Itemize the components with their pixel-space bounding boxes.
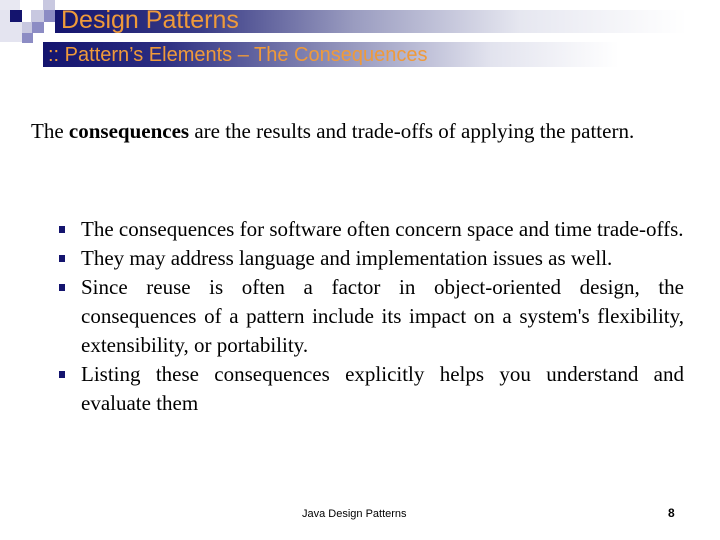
slide-title: Design Patterns — [61, 6, 239, 34]
bullet-list: The consequences for software often conc… — [56, 215, 684, 418]
intro-paragraph: The consequences are the results and tra… — [31, 117, 684, 146]
decorative-square — [22, 22, 32, 33]
decorative-square — [32, 22, 44, 33]
decorative-square — [10, 10, 22, 22]
slide-subtitle: :: Pattern’s Elements – The Consequences — [48, 44, 428, 66]
bullet-text: Listing these consequences explicitly he… — [81, 362, 684, 415]
bullet-text: The consequences for software often conc… — [81, 217, 684, 241]
bullet-item: Listing these consequences explicitly he… — [56, 360, 684, 418]
bullet-text: They may address language and implementa… — [81, 246, 613, 270]
decorative-square — [0, 10, 10, 42]
decorative-square — [43, 0, 55, 10]
decorative-square — [44, 10, 55, 22]
bullet-item: Since reuse is often a factor in object-… — [56, 273, 684, 360]
page-number: 8 — [668, 506, 675, 520]
footer-title: Java Design Patterns — [302, 508, 407, 520]
square-bullet-icon — [59, 371, 65, 378]
intro-suffix: are the results and trade-offs of applyi… — [189, 119, 635, 143]
square-bullet-icon — [59, 226, 65, 233]
intro-emphasis: consequences — [68, 119, 190, 143]
bullet-item: The consequences for software often conc… — [56, 215, 684, 244]
square-bullet-icon — [59, 284, 65, 291]
square-bullet-icon — [59, 255, 65, 262]
bullet-item: They may address language and implementa… — [56, 244, 684, 273]
decorative-square — [22, 33, 33, 43]
decorative-square — [10, 22, 22, 42]
decorative-square — [31, 10, 44, 22]
bullet-text: Since reuse is often a factor in object-… — [81, 275, 684, 357]
intro-prefix: The — [31, 119, 69, 143]
